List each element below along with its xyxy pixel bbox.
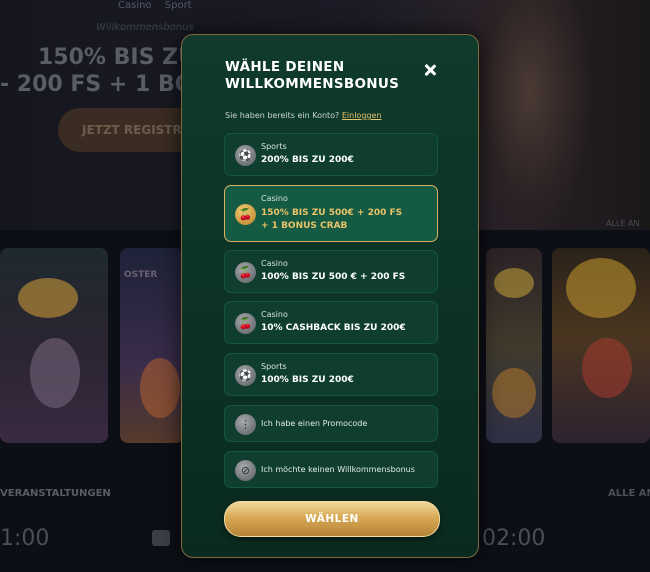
game-card bbox=[552, 248, 650, 443]
no-bonus-icon: ⊘ bbox=[235, 460, 256, 481]
modal-title: WÄHLE DEINEN WILLKOMMENSBONUS bbox=[225, 59, 400, 92]
cherries-icon: 🍒 bbox=[235, 204, 256, 225]
bonus-option-cashback[interactable]: 🍒 Casino 10% CASHBACK BIS ZU 200€ bbox=[224, 301, 438, 344]
view-all-link: ALLE AN bbox=[606, 219, 640, 228]
welcome-bonus-modal: WÄHLE DEINEN WILLKOMMENSBONUS Sie haben … bbox=[181, 34, 479, 558]
hero-title-line1: 150% BIS ZU bbox=[38, 45, 196, 70]
tab-casino: Casino bbox=[118, 0, 152, 11]
football-icon: ⚽ bbox=[235, 145, 256, 166]
section-view-all: ALLE AN bbox=[608, 488, 650, 499]
login-prompt-text: Sie haben bereits ein Konto? bbox=[225, 111, 340, 120]
option-value: 200% BIS ZU 200€ bbox=[261, 155, 354, 165]
bonus-option-sports-200[interactable]: ⚽ Sports 200% BIS ZU 200€ bbox=[224, 133, 438, 176]
choose-bonus-button[interactable]: WÄHLEN bbox=[224, 501, 440, 537]
option-category: Sports bbox=[261, 362, 287, 371]
option-category: Sports bbox=[261, 142, 287, 151]
bonus-option-casino-100[interactable]: 🍒 Casino 100% BIS ZU 500 € + 200 FS bbox=[224, 250, 438, 293]
hero-tabs: Casino Sport bbox=[118, 0, 202, 11]
cherries-icon: 🍒 bbox=[235, 313, 256, 334]
option-category: Casino bbox=[261, 194, 288, 203]
hero-subtitle: Willkommensbonus bbox=[96, 22, 194, 33]
bonus-option-casino-150[interactable]: 🍒 Casino 150% BIS ZU 500€ + 200 FS + 1 B… bbox=[224, 185, 438, 242]
option-value: 100% BIS ZU 500 € + 200 FS bbox=[261, 272, 406, 282]
bonus-option-no-bonus[interactable]: ⊘ Ich möchte keinen Willkommensbonus bbox=[224, 451, 438, 488]
option-label: Ich habe einen Promocode bbox=[261, 419, 368, 428]
bonus-option-sports-100[interactable]: ⚽ Sports 100% BIS ZU 200€ bbox=[224, 353, 438, 396]
hero-register-button: JETZT REGISTRIE bbox=[58, 108, 198, 152]
game-card bbox=[0, 248, 108, 443]
game-card-title: OSTER bbox=[124, 270, 158, 280]
login-link[interactable]: Einloggen bbox=[342, 111, 382, 120]
option-category: Casino bbox=[261, 259, 288, 268]
hero-title-line2: - 200 FS + 1 BO bbox=[0, 72, 194, 97]
option-label: Ich möchte keinen Willkommensbonus bbox=[261, 465, 415, 474]
tab-sport: Sport bbox=[164, 0, 192, 11]
close-icon[interactable] bbox=[422, 62, 438, 78]
cherries-icon: 🍒 bbox=[235, 262, 256, 283]
event-time: 1:00 bbox=[0, 526, 50, 551]
hero-image bbox=[470, 0, 590, 230]
bonus-option-promo-code[interactable]: ⋮ Ich habe einen Promocode bbox=[224, 405, 438, 442]
jersey-icon bbox=[152, 530, 170, 546]
option-value: 100% BIS ZU 200€ bbox=[261, 375, 354, 385]
section-title-events: VERANSTALTUNGEN bbox=[0, 488, 111, 499]
login-prompt: Sie haben bereits ein Konto? Einloggen bbox=[225, 111, 381, 120]
promo-code-icon: ⋮ bbox=[235, 414, 256, 435]
event-time: 02:00 bbox=[482, 526, 546, 551]
football-icon: ⚽ bbox=[235, 365, 256, 386]
option-value: 10% CASHBACK BIS ZU 200€ bbox=[261, 323, 406, 333]
option-category: Casino bbox=[261, 310, 288, 319]
game-card bbox=[486, 248, 542, 443]
option-value: 150% BIS ZU 500€ + 200 FS + 1 BONUS CRAB bbox=[261, 208, 403, 231]
